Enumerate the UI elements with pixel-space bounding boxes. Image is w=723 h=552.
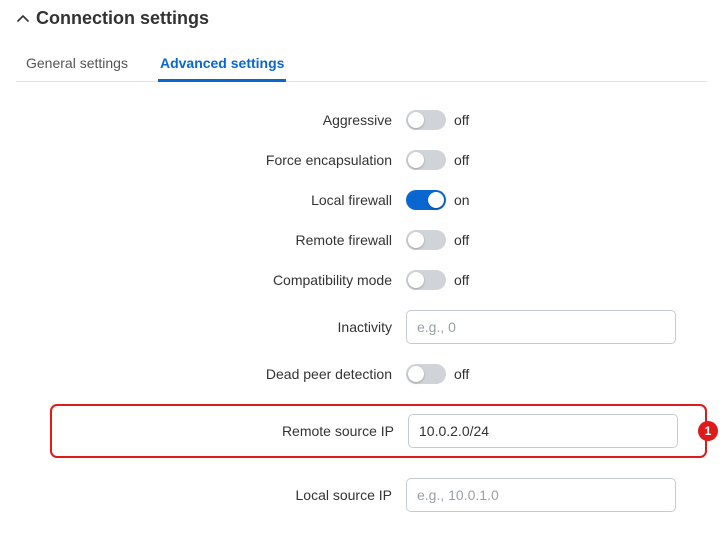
toggle-dead-peer-detection[interactable] [406, 364, 446, 384]
label-compatibility-mode: Compatibility mode [56, 272, 406, 288]
row-remote-source-ip: Remote source IP 1 [50, 404, 707, 458]
tab-general-settings[interactable]: General settings [24, 47, 130, 81]
row-dead-peer-detection: Dead peer detection off [56, 364, 707, 384]
label-dead-peer-detection: Dead peer detection [56, 366, 406, 382]
state-remote-firewall: off [454, 232, 469, 248]
input-inactivity[interactable] [406, 310, 676, 344]
advanced-settings-form: Aggressive off Force encapsulation off L… [16, 110, 707, 512]
state-local-firewall: on [454, 192, 470, 208]
toggle-compatibility-mode[interactable] [406, 270, 446, 290]
row-local-source-ip: Local source IP [56, 478, 707, 512]
input-local-source-ip[interactable] [406, 478, 676, 512]
state-compatibility-mode: off [454, 272, 469, 288]
label-aggressive: Aggressive [56, 112, 406, 128]
row-local-firewall: Local firewall on [56, 190, 707, 210]
label-inactivity: Inactivity [56, 319, 406, 335]
section-title: Connection settings [36, 8, 209, 29]
toggle-remote-firewall[interactable] [406, 230, 446, 250]
state-dead-peer-detection: off [454, 366, 469, 382]
label-local-source-ip: Local source IP [56, 487, 406, 503]
input-remote-source-ip[interactable] [408, 414, 678, 448]
toggle-aggressive[interactable] [406, 110, 446, 130]
row-force-encapsulation: Force encapsulation off [56, 150, 707, 170]
toggle-force-encapsulation[interactable] [406, 150, 446, 170]
state-aggressive: off [454, 112, 469, 128]
chevron-up-icon [16, 12, 30, 26]
label-force-encapsulation: Force encapsulation [56, 152, 406, 168]
state-force-encapsulation: off [454, 152, 469, 168]
row-compatibility-mode: Compatibility mode off [56, 270, 707, 290]
row-inactivity: Inactivity [56, 310, 707, 344]
tabs: General settings Advanced settings [16, 47, 707, 82]
toggle-local-firewall[interactable] [406, 190, 446, 210]
connection-settings-panel: Connection settings General settings Adv… [0, 0, 723, 552]
label-remote-source-ip: Remote source IP [52, 423, 408, 439]
label-remote-firewall: Remote firewall [56, 232, 406, 248]
annotation-badge-1: 1 [698, 421, 718, 441]
tab-advanced-settings[interactable]: Advanced settings [158, 47, 286, 81]
label-local-firewall: Local firewall [56, 192, 406, 208]
row-remote-firewall: Remote firewall off [56, 230, 707, 250]
section-header[interactable]: Connection settings [16, 8, 707, 29]
row-aggressive: Aggressive off [56, 110, 707, 130]
